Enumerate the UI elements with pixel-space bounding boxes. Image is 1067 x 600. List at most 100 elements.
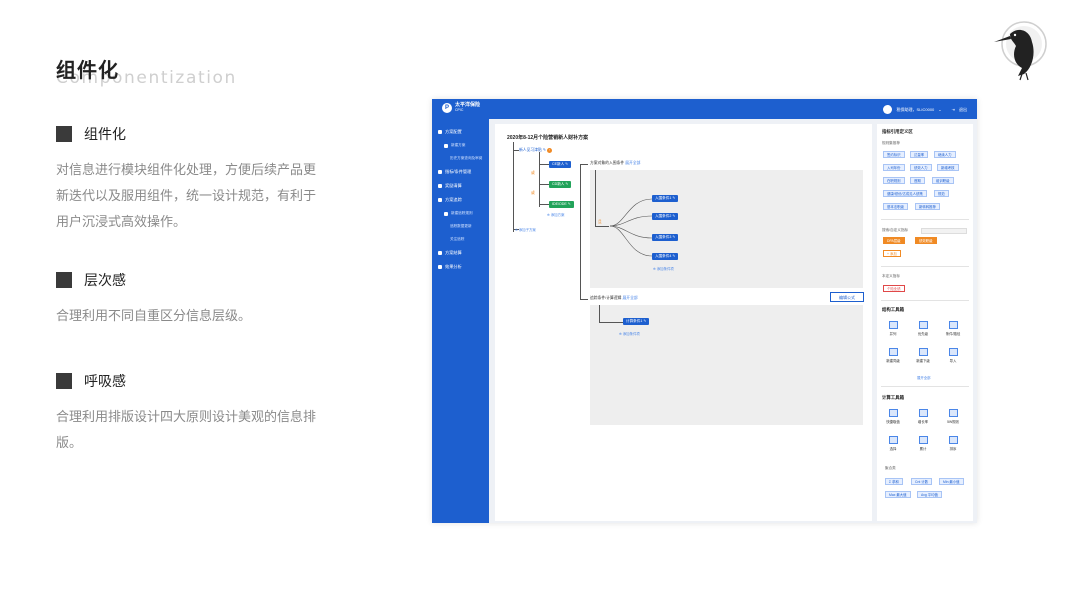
or-label: 或 (531, 171, 535, 175)
nav-item-indicators[interactable]: 指标/条件管理 (432, 165, 489, 179)
nav-item-data-update[interactable]: 追踪数据更新 (432, 220, 489, 233)
indicator-tag[interactable]: 继续人力 (934, 151, 956, 158)
tool-sort[interactable]: 排序 (943, 436, 963, 451)
aggregate-label: 聚合类 (885, 466, 896, 470)
indicator-tag[interactable]: 达量率 (910, 151, 929, 158)
priority-icon (918, 321, 928, 329)
condition-node[interactable]: 入围条件2 ✎ (652, 213, 679, 220)
slide-heading: Componentization 组件化 (56, 54, 235, 88)
brand-logo[interactable]: P 太平洋保险 CPIC (442, 103, 480, 113)
section-body: 对信息进行模块组件化处理，方便后续产品更新迭代以及服用组件，统一设计规范，有利于… (56, 163, 317, 230)
nav-item-follow[interactable]: 关注追踪 (432, 233, 489, 246)
recommend-label: 规则集推荐 (882, 141, 900, 145)
section-componentization: 组件化 对信息进行模块组件化处理，方便后续产品更新迭代以及服用组件，统一设计规范… (56, 124, 326, 236)
indicator-tag[interactable]: 新增考核 (937, 164, 959, 171)
tool-new-sibling[interactable]: 新建同级 (883, 348, 903, 363)
add-condition-link[interactable]: ⊕ 添加条件项 (653, 266, 674, 271)
expand-all-link[interactable]: 展开全部 (623, 296, 638, 300)
tool-new-child[interactable]: 新建下级 (913, 348, 933, 363)
aggregate-tag[interactable]: Cnt 计数 (911, 478, 932, 485)
target-icon (438, 198, 442, 202)
custom-tag[interactable]: 个险业绩 (883, 285, 905, 292)
aggregate-tag[interactable]: Min 最小值 (939, 478, 964, 485)
calc-node[interactable]: 计算条件1 ✎ (623, 318, 650, 325)
cumulative-icon (918, 436, 928, 444)
indicator-search-input[interactable] (921, 228, 967, 234)
indicator-tag[interactable]: 签约标识 (883, 151, 905, 158)
document-icon (444, 143, 448, 148)
search-label: 搜索/自定义指标 (882, 228, 909, 232)
indicator-tag[interactable]: 在职规则 (883, 177, 905, 184)
search-tag[interactable]: 绩效职级 (915, 237, 937, 244)
tool-parallel[interactable]: 并列 (883, 321, 903, 336)
add-plan-link[interactable]: ⊕ 添加方案 (547, 212, 564, 217)
chart-icon (438, 170, 442, 174)
add-condition-link[interactable]: ⊕ 添加条件项 (619, 331, 640, 336)
tool-5w-rule[interactable]: 5W规则 (943, 409, 963, 424)
tool-path[interactable]: 条件/路径 (943, 321, 963, 336)
aggregate-tag[interactable]: Σ 求和 (885, 478, 903, 485)
indicator-tag[interactable]: 健康/绩优/达成见人绩策 (883, 190, 927, 197)
section-title: 层次感 (84, 273, 126, 289)
indicator-tag[interactable]: 首期 (910, 177, 925, 184)
indicator-tag[interactable]: 新转转推荐 (915, 203, 940, 210)
calc-toolbox-title: 计算工具箱 (882, 395, 904, 400)
aggregate-tag[interactable]: Avg 平均值 (917, 491, 942, 498)
branch-a-label: 方案对象的入围条件 展开全部 (590, 161, 641, 165)
quick-value-icon (888, 409, 898, 417)
rule-icon (948, 409, 958, 417)
expand-all-link[interactable]: 展开全部 (917, 375, 931, 380)
nav-item-new-plan[interactable]: 新建方案 (432, 139, 489, 152)
child-node-ce[interactable]: CE新人 ✎ (549, 161, 572, 168)
add-indicator-button[interactable]: + 添加 (883, 250, 901, 257)
app-screenshot: P 太平洋保险 CPIC 税保助理，SLIC0000 ⌄ ⇥ 退出 方案配置 新… (432, 99, 977, 523)
right-panel: 指标引用定义区 规则集推荐 签约标识 达量率 继续人力 入司年份 绩效人力 新增… (877, 124, 973, 521)
indicator-tag[interactable]: 基本法职级 (883, 203, 908, 210)
edit-formula-button[interactable]: 编辑公式 (830, 292, 864, 302)
indicator-tag[interactable]: 绩效人力 (910, 164, 932, 171)
tool-select[interactable]: 选择 (883, 436, 903, 451)
custom-label: 本定义指标 (882, 274, 900, 278)
nav-item-new-rule[interactable]: 新建追踪规则 (432, 207, 489, 220)
bird-logo-icon (994, 21, 1047, 81)
nav-item-plan-config[interactable]: 方案配置 (432, 125, 489, 139)
indicator-tag[interactable]: 规范 (934, 190, 949, 197)
aggregate-tag[interactable]: Max 最大值 (885, 491, 911, 498)
add-sub-plan-link[interactable]: ⊕ 添加子方案 (515, 227, 536, 232)
brand-sub: CPIC (455, 108, 464, 112)
brand-mark-icon: P (442, 103, 452, 113)
tool-priority[interactable]: 优先级 (913, 321, 933, 336)
child-node-ide[interactable]: IDE/ODE ✎ (549, 201, 574, 208)
section-title: 呼吸感 (84, 374, 126, 390)
expand-all-link[interactable]: 展开全部 (625, 161, 640, 165)
avatar[interactable] (883, 105, 893, 114)
user-menu[interactable]: 税保助理，SLIC0000 ⌄ ⇥ 退出 (883, 105, 967, 114)
condition-node[interactable]: 入围条件4 ✎ (652, 253, 679, 260)
and-label: 且 (598, 220, 602, 224)
tool-cumulative[interactable]: 累计 (913, 436, 933, 451)
indicator-tag[interactable]: 入司年份 (883, 164, 905, 171)
logout-link[interactable]: 退出 (959, 107, 967, 113)
root-node[interactable]: 新人见习津贴 ✎ ! (519, 147, 553, 153)
growth-icon (918, 409, 928, 417)
child-node-cd[interactable]: CD新人 ✎ (549, 181, 572, 188)
tool-quick-value[interactable]: 快捷取值 (883, 409, 903, 424)
condition-node[interactable]: 入围条件3 ✎ (652, 234, 679, 241)
nav-item-tracking[interactable]: 方案追踪 (432, 193, 489, 207)
analytics-icon (438, 265, 442, 269)
plan-canvas: 2020年8-12月个险营销新人财补方案 新人见习津贴 ✎ ! 或 或 CE新人… (495, 124, 872, 521)
nav-item-analysis[interactable]: 效果分析 (432, 260, 489, 274)
condition-node[interactable]: 入围条件1 ✎ (652, 195, 679, 202)
nav-item-settlement[interactable]: 奖励清算 (432, 179, 489, 193)
plan-title: 2020年8-12月个险营销新人财补方案 (507, 135, 589, 141)
nav-item-closing[interactable]: 方案结算 (432, 246, 489, 260)
tool-growth-rate[interactable]: 增长率 (913, 409, 933, 424)
section-title: 组件化 (84, 127, 126, 143)
tool-import[interactable]: 导入 (943, 348, 963, 363)
indicator-tag[interactable]: 组训职级 (932, 177, 954, 184)
select-icon (888, 436, 898, 444)
bullet-square-icon (56, 272, 72, 288)
nav-item-history[interactable]: 历史方案查询及审阅 (432, 152, 489, 165)
import-icon (948, 348, 958, 356)
search-tag[interactable]: DPA层级 (883, 237, 905, 244)
